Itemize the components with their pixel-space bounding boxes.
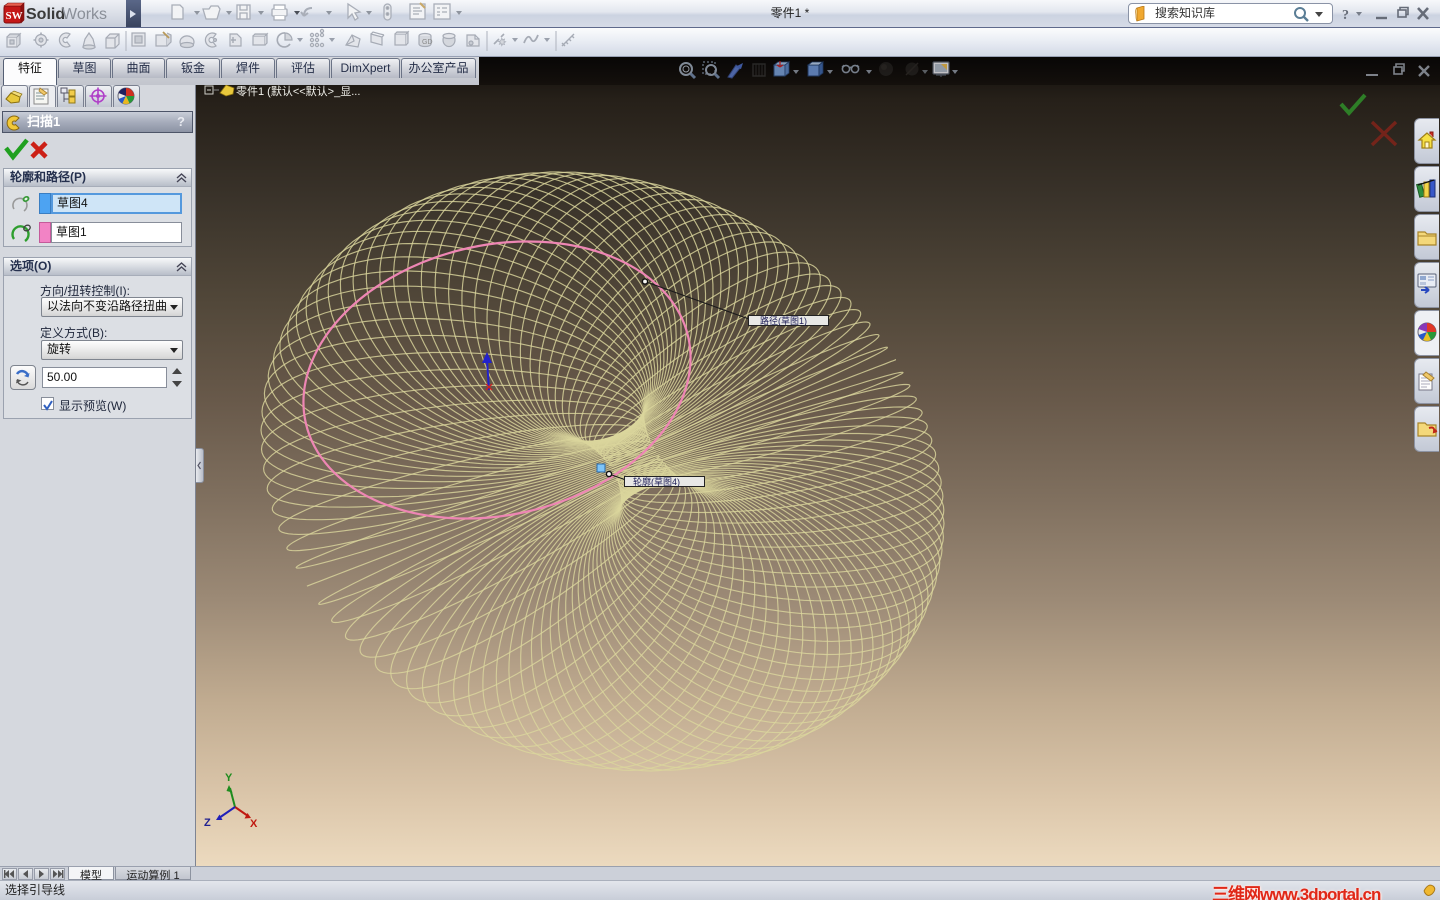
svg-text:GD: GD: [422, 39, 433, 46]
svg-text:Solid: Solid: [26, 6, 65, 23]
svg-text:Z: Z: [204, 817, 211, 829]
svg-text:Y: Y: [225, 772, 233, 784]
svg-text:X: X: [250, 818, 258, 830]
svg-text:?: ?: [1342, 8, 1349, 23]
svg-text:Works: Works: [62, 6, 107, 23]
svg-text:零件1 (默认<<默认>_显...: 零件1 (默认<<默认>_显...: [236, 85, 360, 98]
svg-text:路径(草图1): 路径(草图1): [760, 315, 807, 326]
svg-text:轮廓(草图4): 轮廓(草图4): [633, 476, 680, 487]
svg-text:SW: SW: [6, 10, 23, 22]
